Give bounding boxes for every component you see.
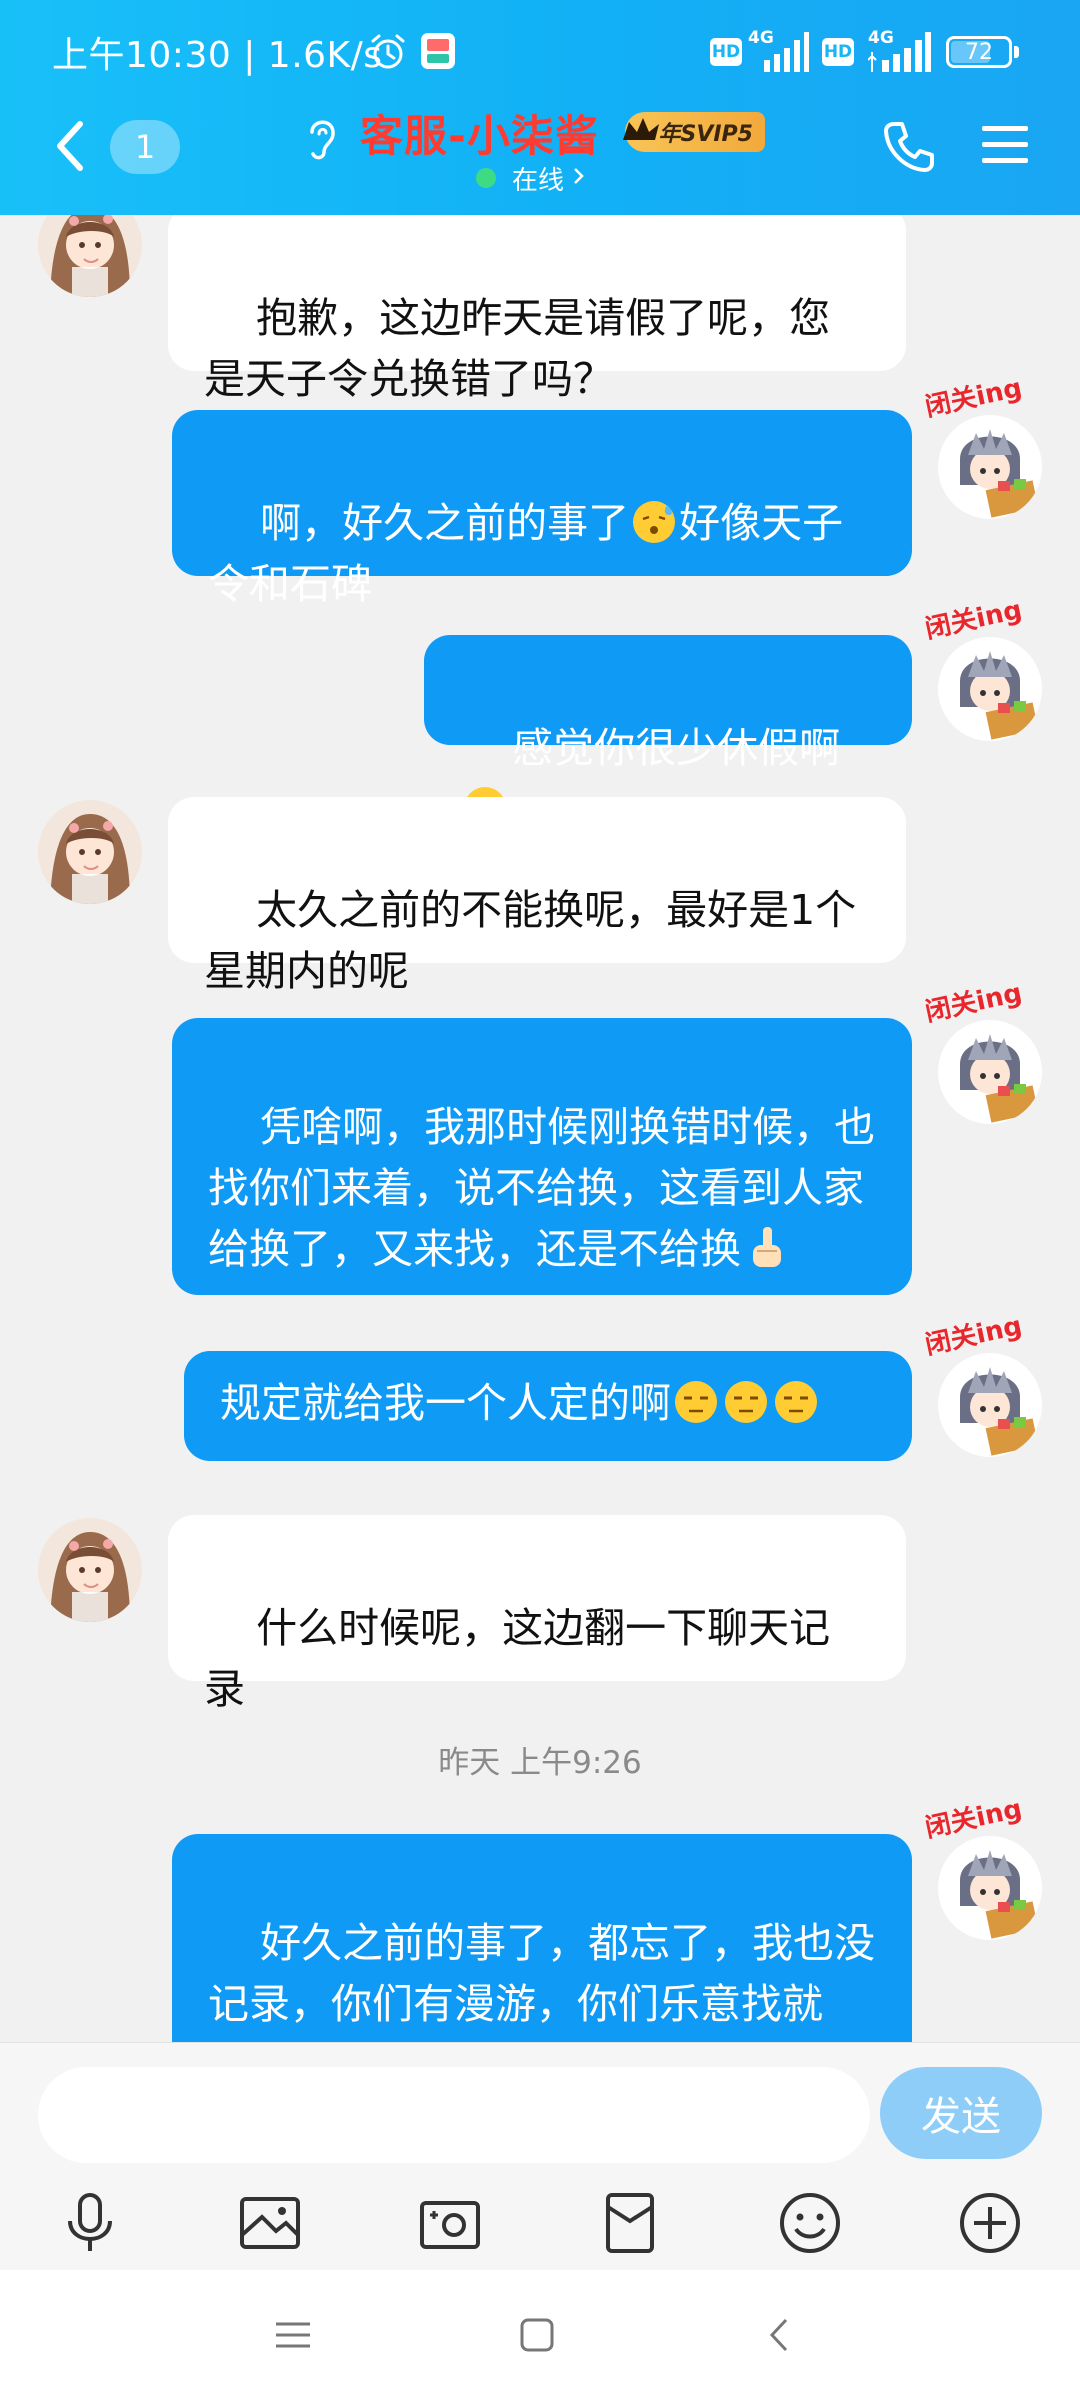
menu-icon[interactable] [980, 122, 1030, 166]
plus-icon[interactable] [956, 2189, 1024, 2257]
message-bubble-outgoing[interactable]: 感觉你很少休假啊 [424, 635, 912, 829]
battery-indicator: 72 [946, 36, 1012, 68]
svip-label: 年SVIP5 [658, 122, 754, 147]
home-icon[interactable] [512, 2310, 562, 2360]
clock-text: 上午10:30 [52, 35, 232, 76]
speechless-face-emoji-icon [675, 1381, 717, 1423]
user-avatar[interactable] [938, 637, 1042, 741]
network-speed: 1.6K/s [267, 35, 383, 76]
chat-message-list[interactable]: 抱歉，这边昨天是请假了呢，您是天子令兑换错了吗？ 啊，好久之前的事了 好像天子令和… [0, 215, 1080, 2042]
pointing-hand-emoji-icon [753, 1227, 781, 1267]
alarm-clock-icon [371, 34, 405, 69]
recent-apps-icon[interactable] [268, 2310, 318, 2360]
user-avatar-image [938, 1020, 1042, 1124]
online-status-text[interactable]: 在线 [512, 160, 564, 197]
message-timestamp: 昨天 上午9:26 [438, 1745, 642, 1781]
message-bubble-incoming[interactable]: 抱歉，这边昨天是请假了呢，您是天子令兑换错了吗？ [168, 215, 906, 403]
user-avatar[interactable] [938, 1836, 1042, 1940]
phone-icon[interactable] [880, 118, 938, 176]
message-text: 感觉你很少休假啊 [512, 724, 841, 772]
hd-badge-1: HD [710, 38, 742, 66]
agent-avatar[interactable] [38, 800, 142, 904]
message-bubble-incoming[interactable]: 什么时候呢，这边翻一下聊天记录 [168, 1515, 906, 1713]
agent-avatar-image [38, 1518, 142, 1622]
emoji-icon[interactable] [776, 2189, 844, 2257]
online-status-dot [476, 168, 496, 188]
camera-icon[interactable] [416, 2189, 484, 2257]
battery-tip [1014, 46, 1019, 58]
speechless-face-emoji-icon [725, 1381, 767, 1423]
chevron-right-icon [574, 168, 584, 184]
message-bubble-outgoing[interactable]: 好久之前的事了，都忘了，我也没记录，你们有漫游，你们乐意找就找，不乐意找就算了！… [172, 1834, 912, 2042]
system-navigation-bar [0, 2270, 1080, 2400]
status-bar-time: 上午10:30 | 1.6K/s [52, 26, 383, 78]
message-text: 规定就给我一个人定的啊 [220, 1379, 671, 1427]
contact-name[interactable]: 客服-小柒酱 [360, 102, 599, 164]
message-text: 什么时候呢，这边翻一下聊天记录 [204, 1604, 831, 1713]
user-avatar[interactable] [938, 1353, 1042, 1457]
message-text: 啊，好久之前的事了 [260, 499, 630, 547]
back-arrow-icon[interactable] [50, 118, 90, 174]
message-text: 抱歉，这边昨天是请假了呢，您是天子令兑换错了吗？ [204, 294, 831, 403]
sweat-face-emoji-icon [633, 501, 676, 543]
user-avatar-image [938, 637, 1042, 741]
back-icon[interactable] [756, 2310, 806, 2360]
message-composer: 发送 [0, 2042, 1080, 2270]
microphone-icon[interactable] [56, 2189, 124, 2257]
user-avatar-image [938, 1836, 1042, 1940]
hd-badge-2: HD [822, 38, 854, 66]
battery-percent: 72 [965, 39, 993, 65]
user-avatar-image [938, 415, 1042, 519]
send-button[interactable]: 发送 [880, 2067, 1042, 2159]
ear-icon[interactable] [300, 112, 342, 162]
message-text: 太久之前的不能换呢，最好是1个星期内的呢 [204, 886, 857, 995]
image-icon[interactable] [236, 2189, 304, 2257]
user-avatar[interactable] [938, 1020, 1042, 1124]
svip-badge: 年SVIP5 [623, 112, 765, 152]
vip-crown-icon [623, 118, 659, 140]
chat-header: 上午10:30 | 1.6K/s HD 4G HD 4G 72 1 客服-小柒酱 [0, 0, 1080, 215]
message-bubble-outgoing[interactable]: 凭啥啊，我那时候刚换错时候，也找你们来着，说不给换，这看到人家给换了，又来找，还… [172, 1018, 912, 1295]
message-input[interactable] [38, 2067, 870, 2163]
status-separator: | [243, 35, 256, 76]
unread-count-badge[interactable]: 1 [110, 120, 180, 174]
message-bubble-incoming[interactable]: 太久之前的不能换呢，最好是1个星期内的呢 [168, 797, 906, 995]
agent-avatar-image [38, 800, 142, 904]
app-notification-icon [421, 33, 455, 69]
signal-strength-icon-1 [764, 32, 809, 72]
agent-avatar[interactable] [38, 1518, 142, 1622]
red-packet-icon[interactable] [596, 2189, 664, 2257]
message-bubble-outgoing[interactable]: 规定就给我一个人定的啊 [184, 1351, 912, 1461]
signal-strength-icon-2 [868, 32, 931, 72]
user-avatar[interactable] [938, 415, 1042, 519]
user-avatar-image [938, 1353, 1042, 1457]
agent-avatar-image [38, 215, 142, 297]
agent-avatar[interactable] [38, 215, 142, 297]
speechless-face-emoji-icon [775, 1381, 817, 1423]
message-bubble-outgoing[interactable]: 啊，好久之前的事了 好像天子令和石碑 [172, 410, 912, 608]
message-text: 好久之前的事了，都忘了，我也没记录，你们有漫游，你们乐意找就找，不乐意找就算了！… [208, 1919, 876, 2042]
